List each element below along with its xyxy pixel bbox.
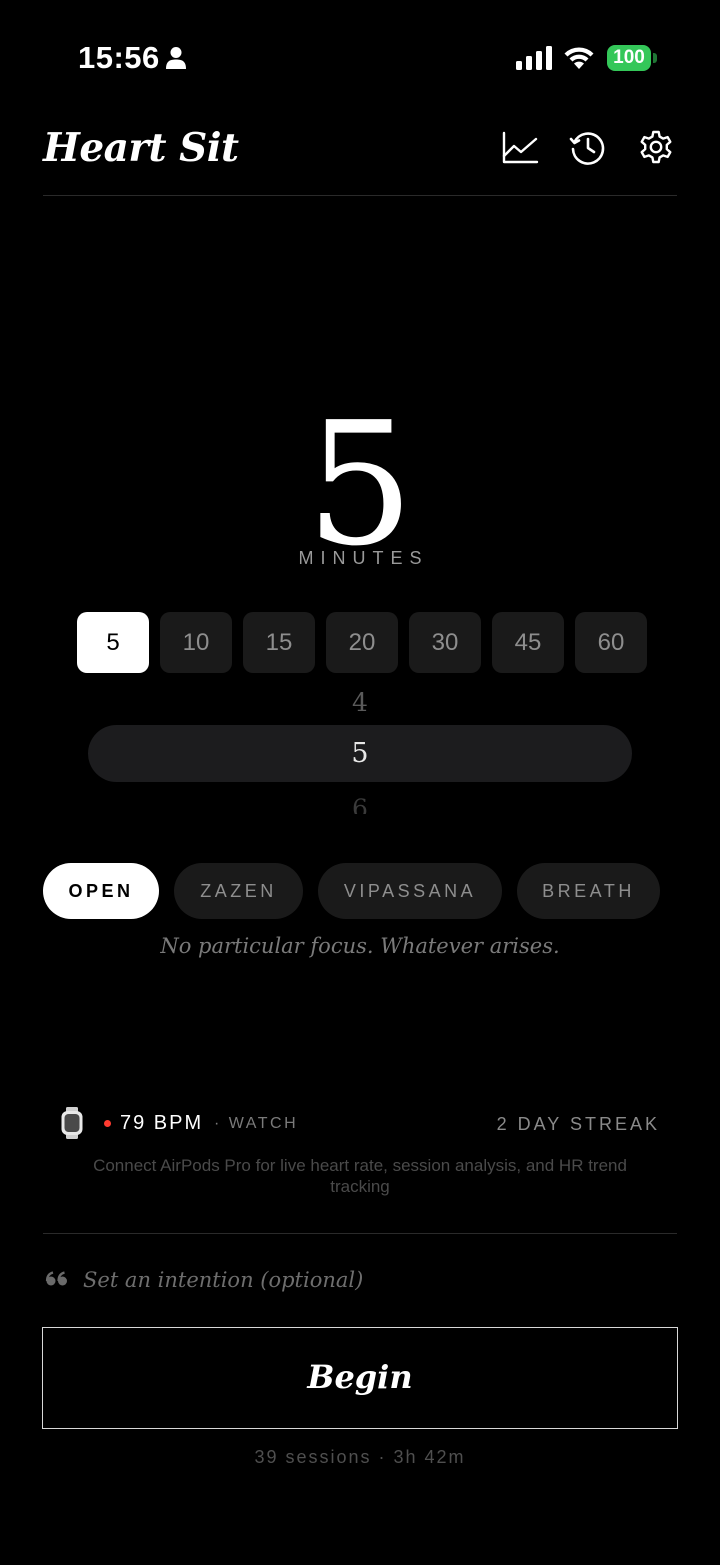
battery-indicator: 100	[607, 45, 651, 71]
duration-presets: 5 10 15 20 30 45 60	[77, 612, 647, 673]
picker-next-value: 6	[352, 794, 368, 814]
picker-next-row[interactable]: 6	[0, 794, 720, 814]
intention-input[interactable]	[83, 1262, 673, 1298]
mode-breath-button[interactable]: BREATH	[517, 863, 660, 919]
intention-divider	[43, 1233, 677, 1234]
picker-current-value[interactable]: 5	[88, 725, 632, 782]
quote-icon	[45, 1271, 67, 1286]
status-time: 15:56	[78, 40, 160, 75]
heart-rate-live-dot	[104, 1120, 111, 1127]
mode-vipassana-button[interactable]: VIPASSANA	[318, 863, 502, 919]
mode-open-button[interactable]: OPEN	[43, 863, 159, 919]
begin-button[interactable]: Begin	[42, 1327, 678, 1429]
wifi-icon	[564, 47, 594, 69]
connect-airpods-message: Connect AirPods Pro for live heart rate,…	[93, 1156, 627, 1196]
mode-selector: OPEN ZAZEN VIPASSANA BREATH	[43, 863, 660, 919]
mode-zazen-button[interactable]: ZAZEN	[174, 863, 303, 919]
mode-description: No particular focus. Whatever arises.	[160, 934, 560, 958]
picker-prev-value[interactable]: 4	[0, 688, 720, 717]
preset-45-button[interactable]: 45	[492, 612, 564, 673]
watch-icon	[61, 1107, 83, 1139]
preset-30-button[interactable]: 30	[409, 612, 481, 673]
chart-icon[interactable]	[500, 128, 540, 168]
header-divider	[43, 195, 677, 196]
preset-60-button[interactable]: 60	[575, 612, 647, 673]
cellular-signal-icon	[516, 46, 552, 70]
history-icon[interactable]	[568, 128, 608, 168]
app-title: Heart Sit	[43, 125, 239, 171]
battery-nub	[653, 53, 657, 63]
person-icon	[166, 47, 186, 69]
heart-rate-value: 79 BPM	[120, 1112, 204, 1134]
session-stats: 39 sessions · 3h 42m	[254, 1447, 466, 1467]
streak-label: 2 DAY STREAK	[496, 1114, 660, 1134]
gear-icon[interactable]	[636, 128, 676, 168]
preset-10-button[interactable]: 10	[160, 612, 232, 673]
preset-5-button[interactable]: 5	[77, 612, 149, 673]
preset-15-button[interactable]: 15	[243, 612, 315, 673]
preset-20-button[interactable]: 20	[326, 612, 398, 673]
timer-unit-label: MINUTES	[298, 548, 429, 568]
heart-rate-source: · WATCH	[214, 1115, 299, 1132]
